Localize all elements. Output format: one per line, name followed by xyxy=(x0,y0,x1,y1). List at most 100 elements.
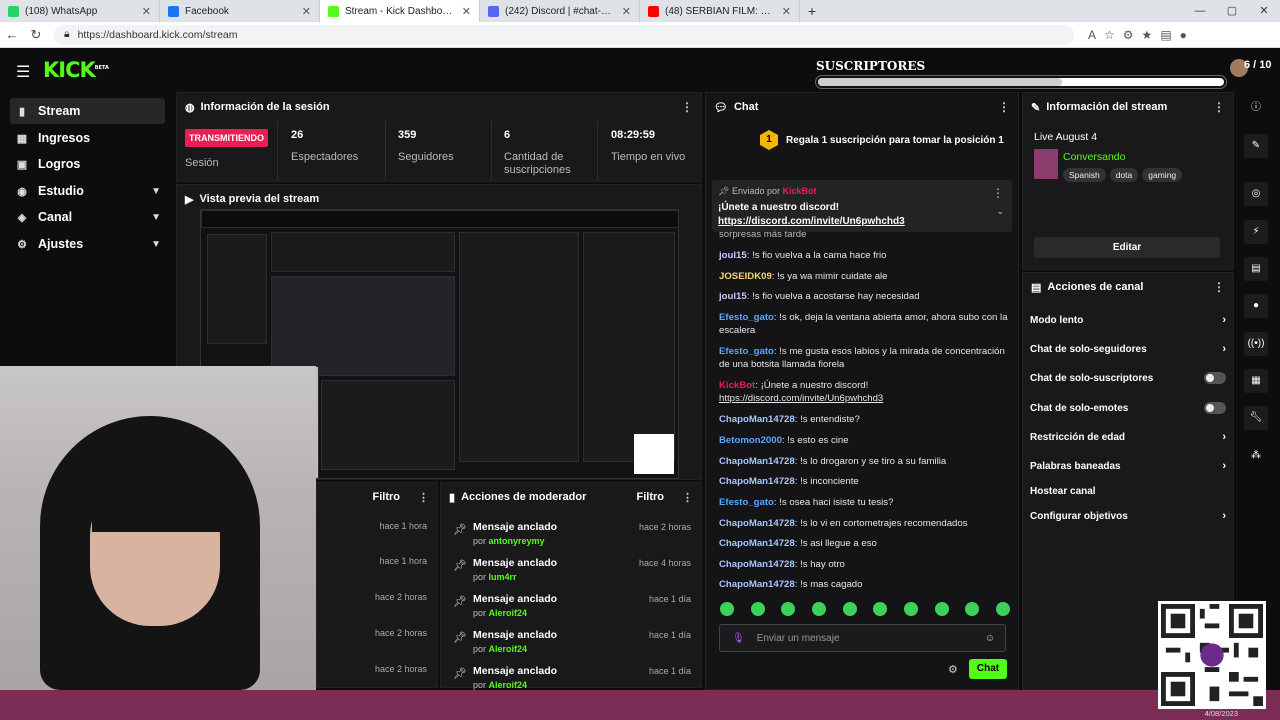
more-options-icon[interactable]: ⋮ xyxy=(681,100,693,114)
new-tab-button[interactable]: + xyxy=(800,0,824,22)
emote-icon[interactable] xyxy=(720,602,734,616)
chat-message[interactable]: JOSEIDK09: !s ya wa mimir cuidate ale xyxy=(719,270,1011,283)
chat-username[interactable]: ChapoMan14728 xyxy=(719,579,795,590)
chat-username[interactable]: ChapoMan14728 xyxy=(719,559,795,570)
action-age-restriction[interactable]: Restricción de edad › xyxy=(1030,428,1226,446)
action-subscribers-only[interactable]: Chat de solo-suscriptores xyxy=(1030,369,1226,387)
sidebar-item-stream[interactable]: ▮ Stream xyxy=(10,98,165,124)
category-link[interactable]: Conversando xyxy=(1063,151,1125,163)
action-slow-mode[interactable]: Modo lento › xyxy=(1030,311,1226,329)
chat-username[interactable]: joul15 xyxy=(719,291,747,302)
gift-sub-banner[interactable]: 1 Regala 1 suscripción para tomar la posi… xyxy=(760,130,1004,150)
apps-icon[interactable]: ⁂ xyxy=(1244,444,1268,468)
chat-message[interactable]: ChapoMan14728: !s mas cagado xyxy=(719,578,1011,591)
list-item[interactable]: 📌︎ Mensaje anclado por lum4rr hace 4 horas xyxy=(441,553,701,589)
action-banned-words[interactable]: Palabras baneadas › xyxy=(1030,457,1226,475)
emote-icon[interactable] xyxy=(842,602,857,616)
chat-message[interactable]: Efesto_gato: !s me gusta esos labios y l… xyxy=(719,345,1011,371)
more-options-icon[interactable]: ⋮ xyxy=(1213,100,1225,114)
close-tab-icon[interactable]: ✕ xyxy=(622,5,631,18)
chat-username[interactable]: Betomon2000 xyxy=(719,435,782,446)
info-icon[interactable]: ⓘ xyxy=(1244,96,1268,120)
list-item[interactable]: 📌︎ Mensaje anclado por Aleroif24 hace 1 día xyxy=(441,625,701,661)
sidebar-item-ingresos[interactable]: ▦ Ingresos xyxy=(10,125,165,151)
sidebar-item-estudio[interactable]: ◉ Estudio ▼ xyxy=(10,178,165,204)
browser-tab-discord[interactable]: (242) Discord | #chat-general |✕ xyxy=(480,0,640,22)
wrench-icon[interactable]: 🔧︎ xyxy=(1244,406,1268,430)
toggle-switch[interactable] xyxy=(1204,402,1226,414)
chat-message[interactable]: ChapoMan14728: !s lo vi en cortometrajes… xyxy=(719,517,1011,530)
reload-icon[interactable]: ↻ xyxy=(24,27,48,43)
favorites-icon[interactable]: ★ xyxy=(1142,28,1153,42)
chat-username[interactable]: ChapoMan14728 xyxy=(719,476,795,487)
chat-username[interactable]: ChapoMan14728 xyxy=(719,518,795,529)
chat-message[interactable]: ChapoMan14728: !s inconciente xyxy=(719,475,1011,488)
close-tab-icon[interactable]: ✕ xyxy=(302,5,311,18)
lightning-icon[interactable]: ⚡︎ xyxy=(1244,220,1268,244)
emote-icon[interactable] xyxy=(781,602,796,616)
close-tab-icon[interactable]: ✕ xyxy=(462,5,471,18)
pencil-icon[interactable]: ✎ xyxy=(1244,134,1268,158)
chat-message[interactable]: Efesto_gato: !s osea haci isiste tu tesi… xyxy=(719,496,1011,509)
more-options-icon[interactable]: ⋮ xyxy=(1213,280,1225,294)
extensions-icon[interactable]: ⚙ xyxy=(1123,28,1134,42)
filter-button[interactable]: Filtro xyxy=(373,491,401,503)
read-aloud-icon[interactable]: A xyxy=(1088,28,1096,42)
chat-message[interactable]: Efesto_gato: !s ok, deja la ventana abie… xyxy=(719,311,1011,337)
chat-message[interactable]: Betomon2000: !s esto es cine xyxy=(719,434,1011,447)
emote-icon[interactable] xyxy=(873,602,888,616)
chat-message[interactable]: KickBot: ¡Únete a nuestro discord! https:… xyxy=(719,379,1011,405)
action-followers-only[interactable]: Chat de solo-seguidores › xyxy=(1030,340,1226,358)
chat-bubble-icon[interactable]: ● xyxy=(1244,294,1268,318)
minimize-icon[interactable]: — xyxy=(1184,0,1216,22)
chat-message[interactable]: ChapoMan14728: !s hay otro xyxy=(719,558,1011,571)
collections-icon[interactable]: ▤ xyxy=(1160,28,1171,42)
browser-tab-facebook[interactable]: Facebook ✕ xyxy=(160,0,320,22)
more-options-icon[interactable]: ⋮ xyxy=(992,186,1004,200)
sidebar-item-logros[interactable]: ▣ Logros xyxy=(10,151,165,177)
chat-username[interactable]: joul15 xyxy=(719,250,747,261)
chevron-down-icon[interactable]: ⌄ xyxy=(996,206,1004,217)
chat-username[interactable]: ChapoMan14728 xyxy=(719,456,795,467)
chat-input[interactable]: 🎙︎ Enviar un mensaje ☺ xyxy=(719,624,1006,652)
emote-icon[interactable] xyxy=(995,602,1010,616)
browser-tab-whatsapp[interactable]: (108) WhatsApp ✕ xyxy=(0,0,160,22)
menu-icon[interactable]: ☰ xyxy=(16,62,30,82)
action-host-channel[interactable]: Hostear canal xyxy=(1030,482,1226,500)
list-item[interactable]: 📌︎ Mensaje anclado por antonyreymy hace 2 h… xyxy=(441,517,701,553)
close-tab-icon[interactable]: ✕ xyxy=(142,5,151,18)
chat-username[interactable]: ChapoMan14728 xyxy=(719,538,795,549)
address-bar[interactable]: 🔒︎ https://dashboard.kick.com/stream xyxy=(54,24,1074,45)
chat-settings-icon[interactable]: ⚙ xyxy=(948,663,958,676)
profile-icon[interactable]: ● xyxy=(1180,28,1187,42)
microphone-icon[interactable]: 🎙︎ xyxy=(732,633,745,644)
chat-username[interactable]: Efesto_gato xyxy=(719,312,774,323)
chat-username[interactable]: Efesto_gato xyxy=(719,346,774,357)
pinned-message[interactable]: 📌︎ Enviado por KickBot ¡Únete a nuestro … xyxy=(712,180,1012,232)
emote-icon[interactable] xyxy=(934,602,949,616)
chat-message[interactable]: ChapoMan14728: !s entendiste? xyxy=(719,413,1011,426)
chat-message[interactable]: joul15: !s fio vuelva a acostarse hay ne… xyxy=(719,290,1011,303)
more-options-icon[interactable]: ⋮ xyxy=(998,100,1010,114)
more-options-icon[interactable]: ⋮ xyxy=(682,491,693,504)
browser-tab-kick-dashboard[interactable]: Stream - Kick Dashboard ✕ xyxy=(320,0,480,22)
sidebar-item-ajustes[interactable]: ⚙ Ajustes ▼ xyxy=(10,231,165,257)
maximize-icon[interactable]: ▢ xyxy=(1216,0,1248,22)
layout-icon[interactable]: ▦ xyxy=(1244,369,1268,393)
send-chat-button[interactable]: Chat xyxy=(969,659,1007,679)
chat-username[interactable]: ChapoMan14728 xyxy=(719,414,795,425)
browser-tab-youtube[interactable]: (48) SERBIAN FILM: Un Actor Nop✕ xyxy=(640,0,800,22)
more-options-icon[interactable]: ⋮ xyxy=(418,491,429,504)
chat-message[interactable]: ChapoMan14728: !s asi llegue a eso xyxy=(719,537,1011,550)
chat-username[interactable]: JOSEIDK09 xyxy=(719,271,772,282)
kick-logo[interactable]: KICKBETA xyxy=(43,58,109,82)
close-window-icon[interactable]: ✕ xyxy=(1248,0,1280,22)
edit-stream-button[interactable]: Editar xyxy=(1034,237,1220,258)
camera-icon[interactable]: ◎ xyxy=(1244,182,1268,206)
emote-icon[interactable] xyxy=(750,602,765,616)
emote-icon[interactable] xyxy=(965,602,980,616)
filter-button[interactable]: Filtro xyxy=(637,491,665,503)
chat-username[interactable]: Efesto_gato xyxy=(719,497,774,508)
emoji-icon[interactable]: ☺ xyxy=(985,633,995,644)
close-tab-icon[interactable]: ✕ xyxy=(782,5,791,18)
